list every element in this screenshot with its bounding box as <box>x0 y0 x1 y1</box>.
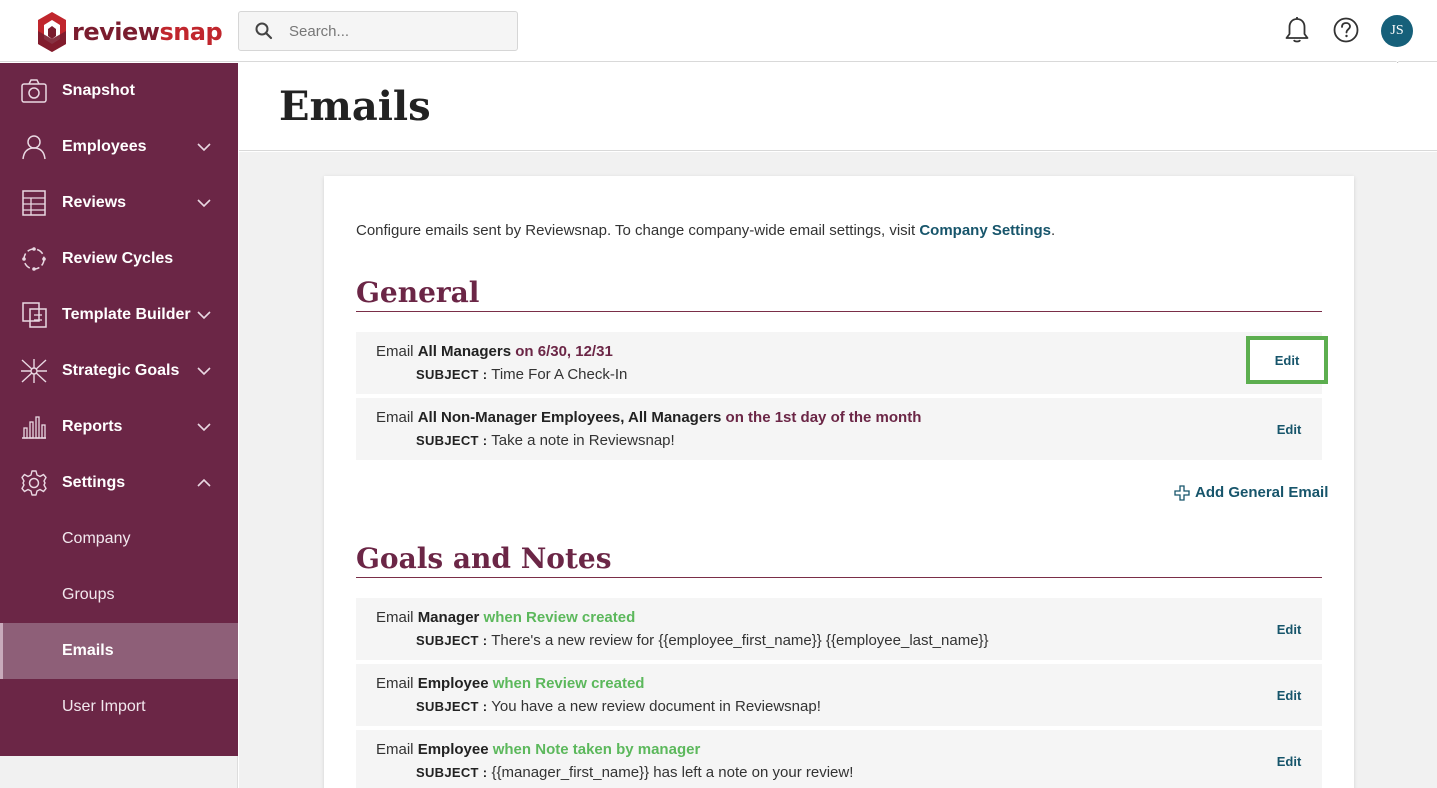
email-subject: SUBJECT : You have a new review document… <box>416 698 821 715</box>
email-rule: Email All Non-Manager Employees, All Man… <box>376 409 922 426</box>
plus-icon <box>1174 484 1190 501</box>
sidebar-subitem-label: Emails <box>62 642 114 659</box>
sidebar-subitem-label: Company <box>62 530 131 547</box>
sidebar-item-label: Settings <box>62 474 126 491</box>
sidebar-item-reports[interactable]: Reports <box>0 399 238 455</box>
goals-icon <box>21 359 47 383</box>
section-heading-general: General <box>356 276 1322 312</box>
email-row: Email All Managers on 6/30, 12/31 SUBJEC… <box>356 332 1328 394</box>
search-icon <box>239 22 289 40</box>
company-settings-link[interactable]: Company Settings <box>919 222 1051 239</box>
edit-button[interactable]: Edit <box>1256 730 1322 788</box>
emails-card: Configure emails sent by Reviewsnap. To … <box>324 176 1354 788</box>
sidebar-item-snapshot[interactable]: Snapshot <box>0 63 238 119</box>
sidebar-item-label: Reports <box>62 418 123 435</box>
email-row: Email Employee when Review created SUBJE… <box>356 664 1322 726</box>
gear-icon <box>21 470 47 496</box>
sidebar-subitem-user-import[interactable]: User Import <box>0 679 238 735</box>
sidebar-subitem-emails[interactable]: Emails <box>0 623 238 679</box>
email-row: Email Employee when Note taken by manage… <box>356 730 1322 788</box>
sidebar-item-label: Reviews <box>62 194 127 211</box>
email-row: Email Manager when Review created SUBJEC… <box>356 598 1322 660</box>
sidebar-item-employees[interactable]: Employees <box>0 119 238 175</box>
search-box[interactable] <box>238 11 518 51</box>
section-heading-goals-and-notes: Goals and Notes <box>356 542 1322 578</box>
person-icon <box>22 135 46 160</box>
document-icon <box>22 190 46 216</box>
chevron-down-icon <box>197 143 211 152</box>
email-rule: Email Employee when Note taken by manage… <box>376 741 701 758</box>
search-input[interactable] <box>289 22 499 40</box>
chevron-down-icon <box>197 367 211 376</box>
cycle-icon <box>22 247 46 271</box>
help-icon[interactable] <box>1330 14 1362 46</box>
sidebar-item-label: Snapshot <box>62 82 135 99</box>
sidebar-item-strategic-goals[interactable]: Strategic Goals <box>0 343 238 399</box>
reviewsnap-logo-icon <box>38 12 66 52</box>
reviewsnap-logo[interactable]: reviewsnap <box>36 10 223 54</box>
email-rule: Email Employee when Review created <box>376 675 645 692</box>
add-general-email-button[interactable]: Add General Email <box>1174 484 1328 501</box>
email-row: Email All Non-Manager Employees, All Man… <box>356 398 1322 460</box>
email-subject: SUBJECT : There's a new review for {{emp… <box>416 632 989 649</box>
sidebar-subitem-company[interactable]: Company <box>0 511 238 567</box>
edit-button[interactable]: Edit <box>1256 664 1322 726</box>
chevron-up-icon <box>197 478 211 487</box>
template-icon <box>22 302 47 328</box>
sidebar-subitem-label: User Import <box>62 698 146 715</box>
notifications-bell-icon[interactable] <box>1281 14 1313 46</box>
camera-icon <box>21 79 47 103</box>
sidebar-item-review-cycles[interactable]: Review Cycles <box>0 231 238 287</box>
top-header: reviewsnap JS <box>0 0 1437 62</box>
email-subject: SUBJECT : Take a note in Reviewsnap! <box>416 432 675 449</box>
chevron-down-icon <box>197 311 211 320</box>
logo-text: reviewsnap <box>72 18 223 46</box>
sidebar-item-settings[interactable]: Settings <box>0 455 238 511</box>
sidebar-subitem-groups[interactable]: Groups <box>0 567 238 623</box>
edit-button[interactable]: Edit <box>1256 398 1322 460</box>
sidebar-nav: Snapshot Employees Reviews Review Cycles… <box>0 63 238 756</box>
intro-text: Configure emails sent by Reviewsnap. To … <box>356 222 1056 239</box>
sidebar-subitem-label: Groups <box>62 586 115 603</box>
email-subject: SUBJECT : Time For A Check-In <box>416 366 628 383</box>
chevron-down-icon <box>197 199 211 208</box>
sidebar-item-label: Strategic Goals <box>62 362 180 379</box>
sidebar-item-reviews[interactable]: Reviews <box>0 175 238 231</box>
add-general-email-label: Add General Email <box>1195 484 1329 501</box>
sidebar-item-label: Employees <box>62 138 147 155</box>
user-avatar[interactable]: JS <box>1381 15 1413 47</box>
page-header: Emails <box>239 63 1437 151</box>
sidebar-item-template-builder[interactable]: Template Builder <box>0 287 238 343</box>
sidebar-item-label: Template Builder <box>62 306 191 323</box>
email-rule: Email Manager when Review created <box>376 609 636 626</box>
sidebar-footer <box>0 756 238 788</box>
edit-button[interactable]: Edit <box>1256 598 1322 660</box>
sidebar-item-label: Review Cycles <box>62 250 174 267</box>
bar-chart-icon <box>22 416 46 439</box>
chevron-down-icon <box>197 423 211 432</box>
email-subject: SUBJECT : {{manager_first_name}} has lef… <box>416 764 854 781</box>
edit-button[interactable]: Edit <box>1246 336 1328 384</box>
email-rule: Email All Managers on 6/30, 12/31 <box>376 343 613 360</box>
page-title: Emails <box>279 83 431 130</box>
